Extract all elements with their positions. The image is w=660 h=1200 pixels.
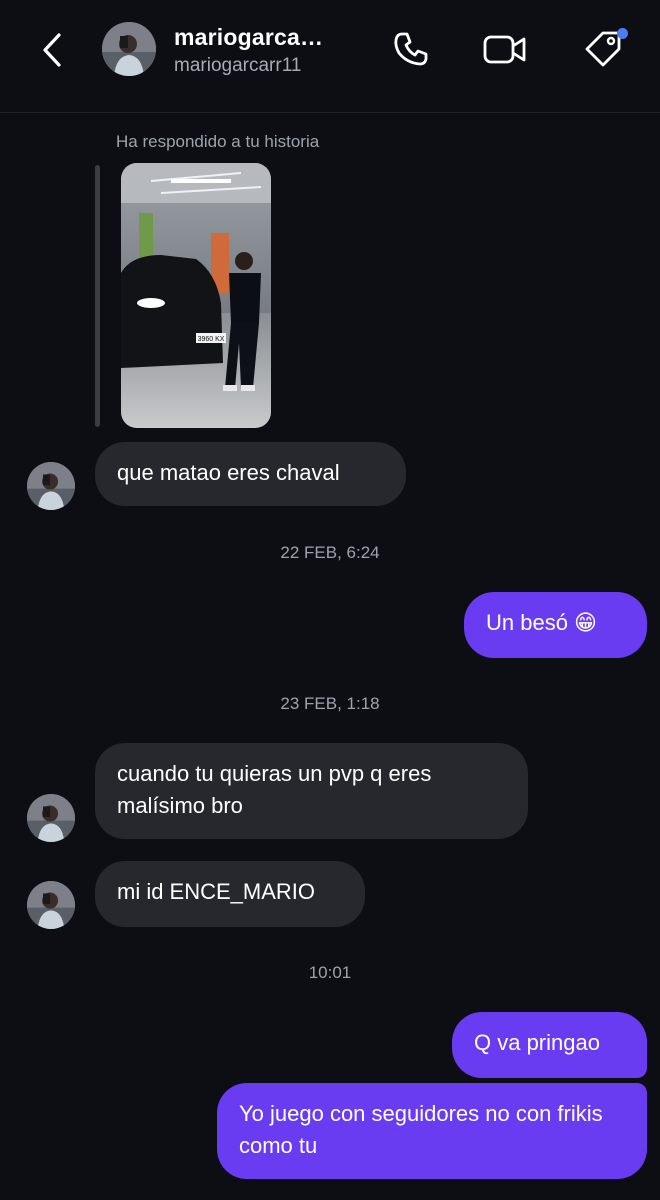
avatar[interactable]: [27, 881, 75, 929]
message-bubble-outgoing[interactable]: Un besó 😁: [464, 592, 647, 658]
avatar[interactable]: [27, 462, 75, 510]
phone-icon: [394, 32, 428, 66]
call-button[interactable]: [386, 26, 436, 72]
video-call-button[interactable]: [480, 26, 530, 72]
back-button[interactable]: [40, 30, 70, 70]
avatar[interactable]: [102, 22, 156, 76]
message-bubble-outgoing[interactable]: Yo juego con seguidores no con frikis co…: [217, 1083, 647, 1179]
avatar[interactable]: [27, 794, 75, 842]
story-reply-label: Ha respondido a tu historia: [116, 132, 320, 151]
message-bubble-incoming[interactable]: que matao eres chaval: [95, 442, 406, 506]
notification-dot: [617, 28, 628, 39]
message-bubble-incoming[interactable]: mi id ENCE_MARIO: [95, 861, 365, 927]
timestamp: 10:01: [308, 963, 352, 982]
chat-header: mariogarca… mariogarcarr11: [0, 0, 660, 113]
story-reply-bar: [95, 165, 100, 427]
message-bubble-outgoing[interactable]: Q va pringao: [452, 1012, 647, 1078]
license-plate: 3960 KX: [198, 336, 225, 343]
tag-button[interactable]: [578, 26, 628, 72]
back-chevron-icon: [43, 33, 61, 67]
message-bubble-incoming[interactable]: cuando tu quieras un pvp q eres malísimo…: [95, 743, 528, 839]
timestamp: 23 FEB, 1:18: [280, 694, 380, 713]
contact-name[interactable]: mariogarca…: [174, 24, 323, 51]
story-thumbnail[interactable]: 3960 KX: [121, 163, 271, 428]
timestamp: 22 FEB, 6:24: [280, 543, 380, 562]
video-camera-icon: [483, 35, 526, 64]
contact-username[interactable]: mariogarcarr11: [174, 55, 301, 77]
